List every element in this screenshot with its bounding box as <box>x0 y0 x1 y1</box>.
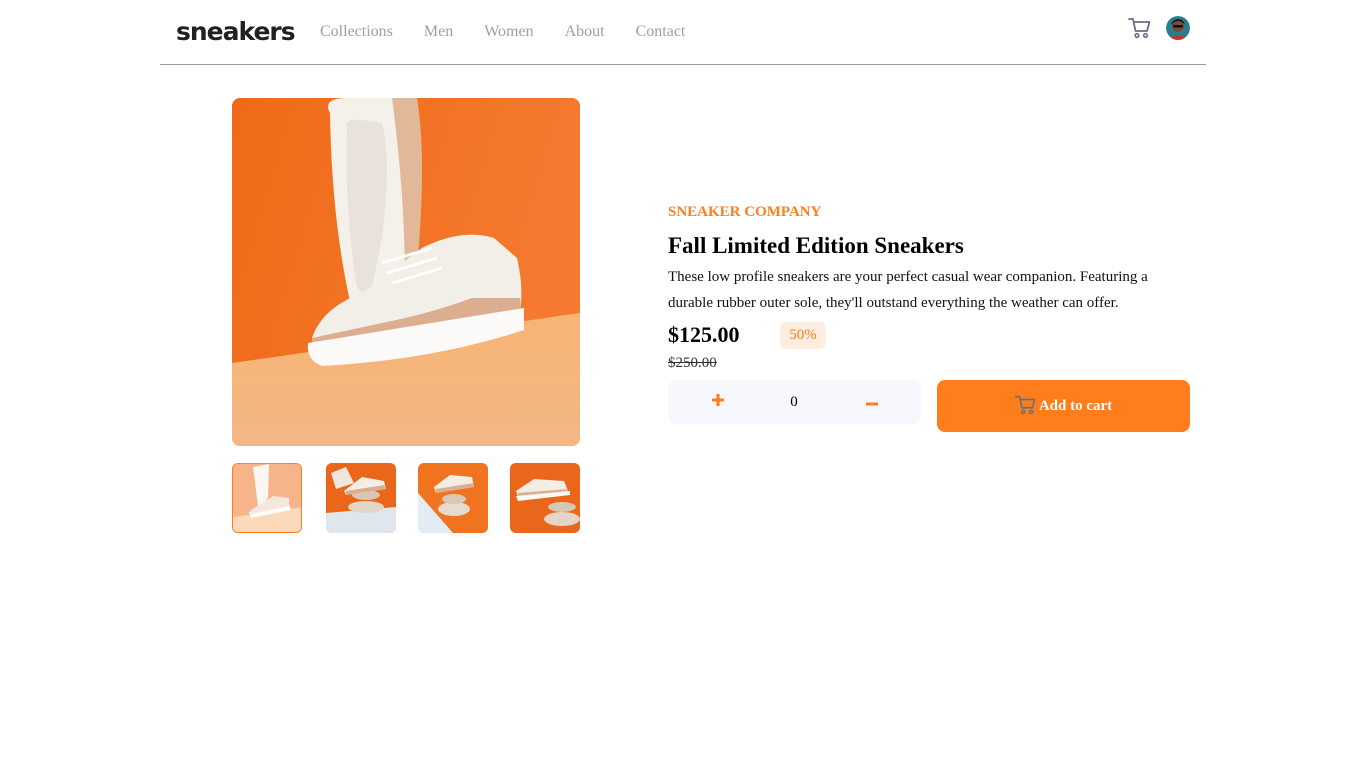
thumbnail-4[interactable] <box>510 463 580 533</box>
current-price: $125.00 <box>668 322 740 347</box>
nav-link-collections[interactable]: Collections <box>320 22 393 42</box>
minus-icon <box>866 393 878 411</box>
thumbnail-2[interactable] <box>326 463 396 533</box>
cart-icon <box>1014 394 1037 419</box>
site-header: sneakers Collections Men Women About Con… <box>160 0 1206 65</box>
thumbnail-3[interactable] <box>418 463 488 533</box>
logo[interactable]: sneakers <box>176 16 296 48</box>
nav-link-about[interactable]: About <box>565 22 605 42</box>
company-name: SNEAKER COMPANY <box>668 204 822 220</box>
product-main-image[interactable] <box>232 98 580 446</box>
product-title: Fall Limited Edition Sneakers <box>668 233 964 258</box>
main-nav: Collections Men Women About Contact <box>320 22 716 42</box>
thumbnail-1[interactable] <box>232 463 302 533</box>
nav-link-women[interactable]: Women <box>484 22 533 42</box>
discount-badge: 50% <box>780 322 826 349</box>
quantity-value: 0 <box>790 394 798 410</box>
product-description: These low profile sneakers are your perf… <box>668 269 1148 311</box>
original-price: $250.00 <box>668 355 717 371</box>
quantity-stepper: 0 <box>668 380 921 424</box>
add-to-cart-label: Add to cart <box>1038 397 1113 414</box>
cart-icon[interactable] <box>1128 16 1152 40</box>
nav-link-men[interactable]: Men <box>424 22 453 42</box>
add-to-cart-button[interactable]: Add to cart <box>937 380 1190 432</box>
plus-button[interactable] <box>698 380 738 424</box>
nav-link-contact[interactable]: Contact <box>636 22 686 42</box>
minus-button[interactable] <box>852 380 892 424</box>
avatar[interactable] <box>1166 16 1190 40</box>
plus-icon <box>712 393 724 411</box>
